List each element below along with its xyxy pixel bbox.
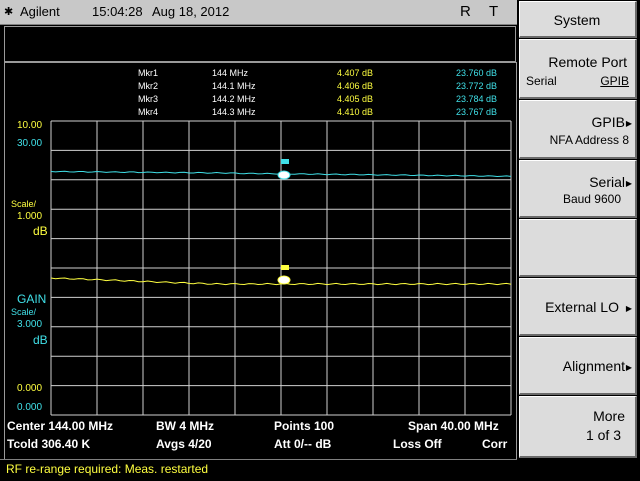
bandwidth-readout: BW 4 MHz bbox=[156, 419, 214, 433]
remote-port-option-serial: Serial bbox=[526, 74, 557, 88]
trace-graticule bbox=[50, 120, 512, 416]
center-freq-readout: Center 144.00 MHz bbox=[7, 419, 114, 433]
alignment-softkey[interactable]: Alignment ▶ bbox=[519, 337, 637, 395]
status-line: RF re-range required: Meas. restarted bbox=[0, 459, 517, 481]
softkey-sublabel: Baud 9600 bbox=[562, 192, 621, 206]
softkey-label: More bbox=[593, 408, 625, 424]
message-area bbox=[4, 26, 516, 62]
tcold-marker-icon bbox=[277, 159, 291, 180]
softkey-label: GPIB bbox=[591, 114, 625, 130]
softkey-sublabel: NFA Address 8 bbox=[549, 133, 629, 147]
agilent-logo-icon: ✱ bbox=[4, 6, 14, 18]
menu-title: System bbox=[519, 1, 637, 38]
loss-readout: Loss Off bbox=[393, 437, 442, 451]
status-message: RF re-range required: Meas. restarted bbox=[6, 462, 209, 476]
serial-softkey[interactable]: Serial ▶ Baud 9600 bbox=[519, 160, 637, 218]
softkey-panel: System Remote Port Serial GPIB GPIB ▶ NF… bbox=[518, 0, 640, 480]
softkey-label: Remote Port bbox=[548, 54, 627, 70]
remote-port-option-gpib: GPIB bbox=[600, 74, 629, 88]
tcold-readout: Tcold 306.40 K bbox=[7, 437, 91, 451]
blank-softkey[interactable] bbox=[519, 219, 637, 277]
remote-indicator: R bbox=[460, 3, 471, 20]
averages-readout: Avgs 4/20 bbox=[156, 437, 212, 451]
clock-time: 15:04:28 bbox=[92, 4, 143, 19]
brand-label: Agilent bbox=[20, 4, 60, 19]
submenu-arrow-icon: ▶ bbox=[625, 304, 632, 313]
trigger-indicator: T bbox=[489, 3, 499, 20]
clock-date: Aug 18, 2012 bbox=[152, 4, 230, 19]
softkey-label: External LO bbox=[545, 299, 619, 315]
gpib-softkey[interactable]: GPIB ▶ NFA Address 8 bbox=[519, 100, 637, 159]
submenu-arrow-icon: ▶ bbox=[625, 363, 632, 372]
status-header: ✱ Agilent 15:04:28 Aug 18, 2012 R T bbox=[0, 0, 517, 25]
submenu-arrow-icon: ▶ bbox=[625, 119, 632, 128]
submenu-arrow-icon: ▶ bbox=[625, 179, 632, 188]
more-softkey[interactable]: More 1 of 3 bbox=[519, 396, 637, 458]
attenuation-readout: Att 0/-- dB bbox=[274, 437, 332, 451]
measurement-display: Mkr1 144 MHz 4.407 dB 23.760 dB Mkr2 144… bbox=[4, 62, 517, 460]
menu-title-label: System bbox=[553, 12, 601, 28]
points-readout: Points 100 bbox=[274, 419, 335, 433]
external-lo-softkey[interactable]: External LO ▶ bbox=[519, 278, 637, 336]
remote-port-softkey[interactable]: Remote Port Serial GPIB bbox=[519, 39, 637, 99]
softkey-label: Alignment bbox=[562, 358, 625, 374]
softkey-label: Serial bbox=[589, 174, 625, 190]
softkey-sublabel: 1 of 3 bbox=[585, 427, 621, 443]
span-readout: Span 40.00 MHz bbox=[408, 419, 499, 433]
correction-readout: Corr bbox=[482, 437, 508, 451]
